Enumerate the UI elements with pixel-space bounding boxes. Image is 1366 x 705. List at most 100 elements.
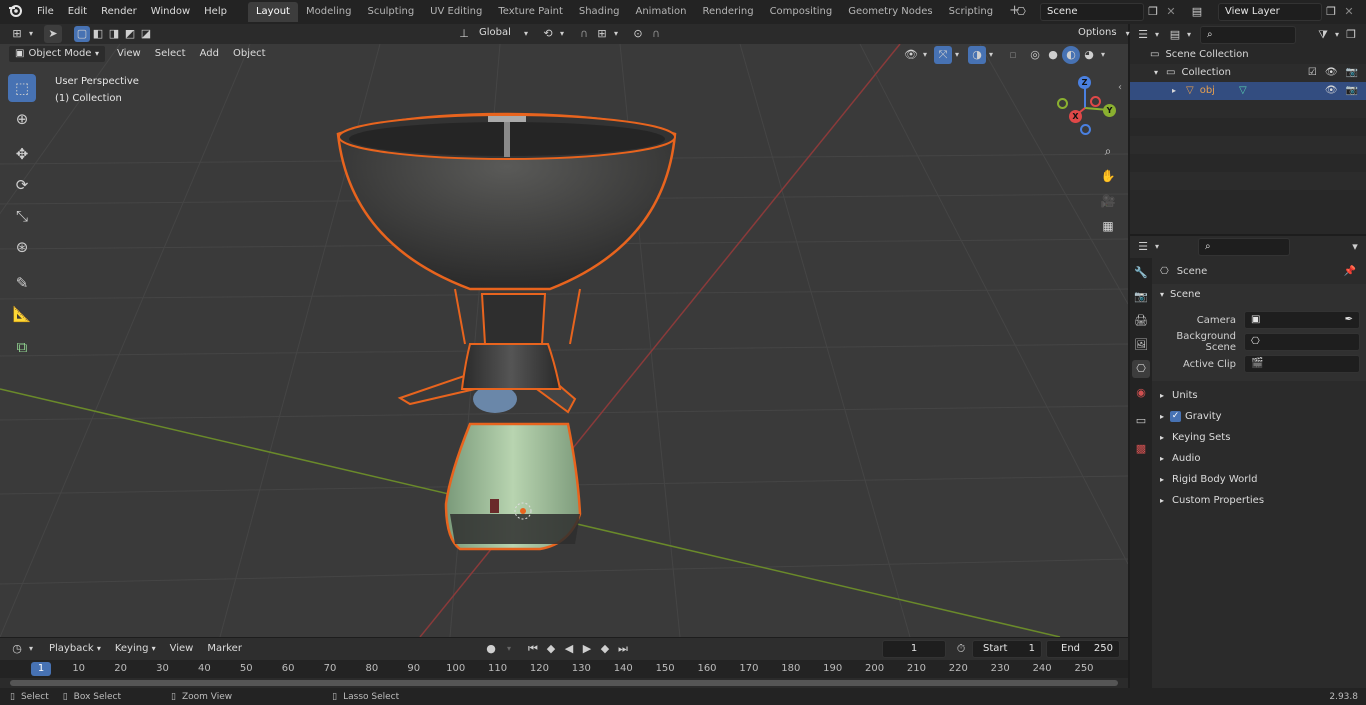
tab-animation[interactable]: Animation	[628, 2, 695, 22]
snap-target-icon[interactable]: ⊞	[593, 25, 611, 43]
object-mode-dropdown[interactable]: ▣ Object Mode ▾	[8, 45, 106, 63]
options-dropdown[interactable]: Options	[1072, 25, 1123, 43]
render-camera-icon[interactable]: 📷	[1346, 82, 1358, 100]
camera-field[interactable]: ▣ ✒	[1244, 311, 1360, 329]
snap-magnet-icon[interactable]: ∩	[575, 25, 593, 43]
render-tab-icon[interactable]: 📷	[1132, 288, 1150, 306]
expand-chevron-right-icon[interactable]: ▸	[1172, 82, 1176, 100]
perspective-grid-icon[interactable]: ▦	[1097, 215, 1119, 237]
sidebar-toggle-chevron-icon[interactable]: ‹	[1118, 82, 1122, 93]
timeline-menu-keying[interactable]: Keying ▾	[108, 640, 163, 658]
gizmo-neg-y-axis[interactable]	[1057, 98, 1068, 109]
view-layer-tab-icon[interactable]: 🖼	[1132, 336, 1150, 354]
select-mode-subtract-icon[interactable]: ◨	[106, 25, 122, 43]
current-frame-field[interactable]: 1	[882, 640, 946, 658]
view-layer-field[interactable]: View Layer	[1218, 3, 1322, 21]
shading-material-icon[interactable]: ◐	[1062, 46, 1080, 64]
mesh-data-icon[interactable]: ▽	[1239, 82, 1247, 100]
texture-tab-icon[interactable]: ▩	[1132, 440, 1150, 458]
select-mode-intersect-icon[interactable]: ◪	[138, 25, 154, 43]
outliner-row-collection[interactable]: ▾ ▭ Collection ☑ 👁 📷	[1130, 64, 1366, 82]
outliner-editor-type-icon[interactable]: ☰	[1134, 26, 1152, 44]
proportional-edit-icon[interactable]: ⊙	[629, 25, 647, 43]
tab-geometry-nodes[interactable]: Geometry Nodes	[840, 2, 940, 22]
new-view-layer-icon[interactable]: ❐	[1322, 3, 1340, 21]
editor-type-icon[interactable]: ⊞	[8, 25, 26, 43]
timeline-editor-type-icon[interactable]: ◷	[8, 640, 26, 658]
rotate-tool-icon[interactable]: ⟳	[8, 171, 36, 199]
menu-file[interactable]: File	[30, 0, 61, 24]
collection-tab-icon[interactable]: ▭	[1132, 412, 1150, 430]
zoom-icon[interactable]: ⌕	[1097, 140, 1119, 162]
pan-hand-icon[interactable]: ✋	[1097, 165, 1119, 187]
visibility-eye-icon[interactable]: 👁	[902, 46, 920, 64]
tab-shading[interactable]: Shading	[571, 2, 628, 22]
background-scene-field[interactable]: ⎔	[1244, 333, 1360, 351]
prev-keyframe-icon[interactable]: ◆	[542, 640, 560, 658]
timeline-menu-marker[interactable]: Marker	[200, 640, 249, 658]
scene-name-field[interactable]: Scene	[1040, 3, 1144, 21]
overlay-toggle-icon[interactable]: ◑	[968, 46, 986, 64]
filter-icon[interactable]: ⧩	[1314, 26, 1332, 44]
panel-scene-header[interactable]: ▾ Scene	[1152, 284, 1366, 305]
scene-selector-icon[interactable]: ⎔	[1012, 3, 1030, 21]
tab-uv-editing[interactable]: UV Editing	[422, 2, 490, 22]
gizmo-x-axis[interactable]: X	[1069, 110, 1082, 123]
jump-end-icon[interactable]: ⏭	[614, 640, 632, 658]
timeline-menu-view[interactable]: View	[163, 640, 201, 658]
gizmo-z-axis[interactable]: Z	[1078, 76, 1091, 89]
render-camera-icon[interactable]: 📷	[1346, 64, 1358, 82]
gizmo-toggle-icon[interactable]: ⤧	[934, 46, 952, 64]
add-cube-tool-icon[interactable]: ⧉	[8, 333, 36, 361]
tab-rendering[interactable]: Rendering	[694, 2, 761, 22]
tool-tab-icon[interactable]: 🔧	[1132, 264, 1150, 282]
exclude-checkbox-icon[interactable]: ☑	[1308, 64, 1317, 82]
panel-units-header[interactable]: ▸ Units	[1152, 385, 1366, 406]
viewport-menu-object[interactable]: Object	[226, 45, 273, 63]
panel-rigid-body-world-header[interactable]: ▸ Rigid Body World	[1152, 469, 1366, 490]
play-reverse-icon[interactable]: ◀	[560, 640, 578, 658]
gizmo-y-axis[interactable]: Y	[1103, 104, 1116, 117]
next-keyframe-icon[interactable]: ◆	[596, 640, 614, 658]
panel-keying-sets-header[interactable]: ▸ Keying Sets	[1152, 427, 1366, 448]
properties-search-input[interactable]: ⌕	[1198, 238, 1290, 256]
menu-window[interactable]: Window	[144, 0, 197, 24]
pin-icon[interactable]: 📌	[1344, 266, 1356, 277]
transform-tool-icon[interactable]: ⊛	[8, 233, 36, 261]
eyedropper-icon[interactable]: ✒	[1345, 312, 1353, 328]
new-collection-icon[interactable]: ❐	[1342, 26, 1360, 44]
new-scene-icon[interactable]: ❐	[1144, 3, 1162, 21]
timeline-menu-playback[interactable]: Playback ▾	[42, 640, 108, 658]
record-icon[interactable]: ●	[482, 640, 500, 658]
delete-scene-icon[interactable]: ✕	[1162, 3, 1180, 21]
annotate-tool-icon[interactable]: ✎	[8, 269, 36, 297]
3d-viewport[interactable]: User Perspective (1) Collection ⬚ ⊕ ✥ ⟳ …	[0, 44, 1128, 637]
properties-options-chevron-icon[interactable]: ▾	[1346, 238, 1364, 256]
end-frame-field[interactable]: End 250	[1046, 640, 1120, 658]
play-icon[interactable]: ▶	[578, 640, 596, 658]
xray-toggle-icon[interactable]: ▫	[1004, 46, 1022, 64]
panel-custom-properties-header[interactable]: ▸ Custom Properties	[1152, 490, 1366, 511]
tab-sculpting[interactable]: Sculpting	[359, 2, 422, 22]
active-clip-field[interactable]: 🎬	[1244, 355, 1360, 373]
viewport-menu-add[interactable]: Add	[193, 45, 226, 63]
gizmo-neg-z-axis[interactable]	[1080, 124, 1091, 135]
shading-wireframe-icon[interactable]: ◎	[1026, 46, 1044, 64]
properties-editor-type-icon[interactable]: ☰	[1134, 238, 1152, 256]
blender-logo-icon[interactable]	[6, 3, 24, 21]
menu-help[interactable]: Help	[197, 0, 234, 24]
tab-modeling[interactable]: Modeling	[298, 2, 360, 22]
delete-view-layer-icon[interactable]: ✕	[1340, 3, 1358, 21]
view-layer-selector-icon[interactable]: ▤	[1188, 3, 1206, 21]
timeline-scrollbar[interactable]	[10, 680, 1118, 686]
shading-rendered-icon[interactable]: ◕	[1080, 46, 1098, 64]
menu-render[interactable]: Render	[94, 0, 144, 24]
gizmo-neg-x-axis[interactable]	[1090, 96, 1101, 107]
outliner-search-input[interactable]: ⌕	[1200, 26, 1296, 44]
panel-gravity-header[interactable]: ▸ ✓ Gravity	[1152, 406, 1366, 427]
expand-chevron-down-icon[interactable]: ▾	[1154, 64, 1158, 82]
outliner-row-scene-collection[interactable]: ▭ Scene Collection	[1130, 46, 1366, 64]
stopwatch-icon[interactable]: ⏱	[952, 640, 970, 658]
select-mode-new-icon[interactable]: ▢	[74, 26, 90, 42]
menu-edit[interactable]: Edit	[61, 0, 94, 24]
